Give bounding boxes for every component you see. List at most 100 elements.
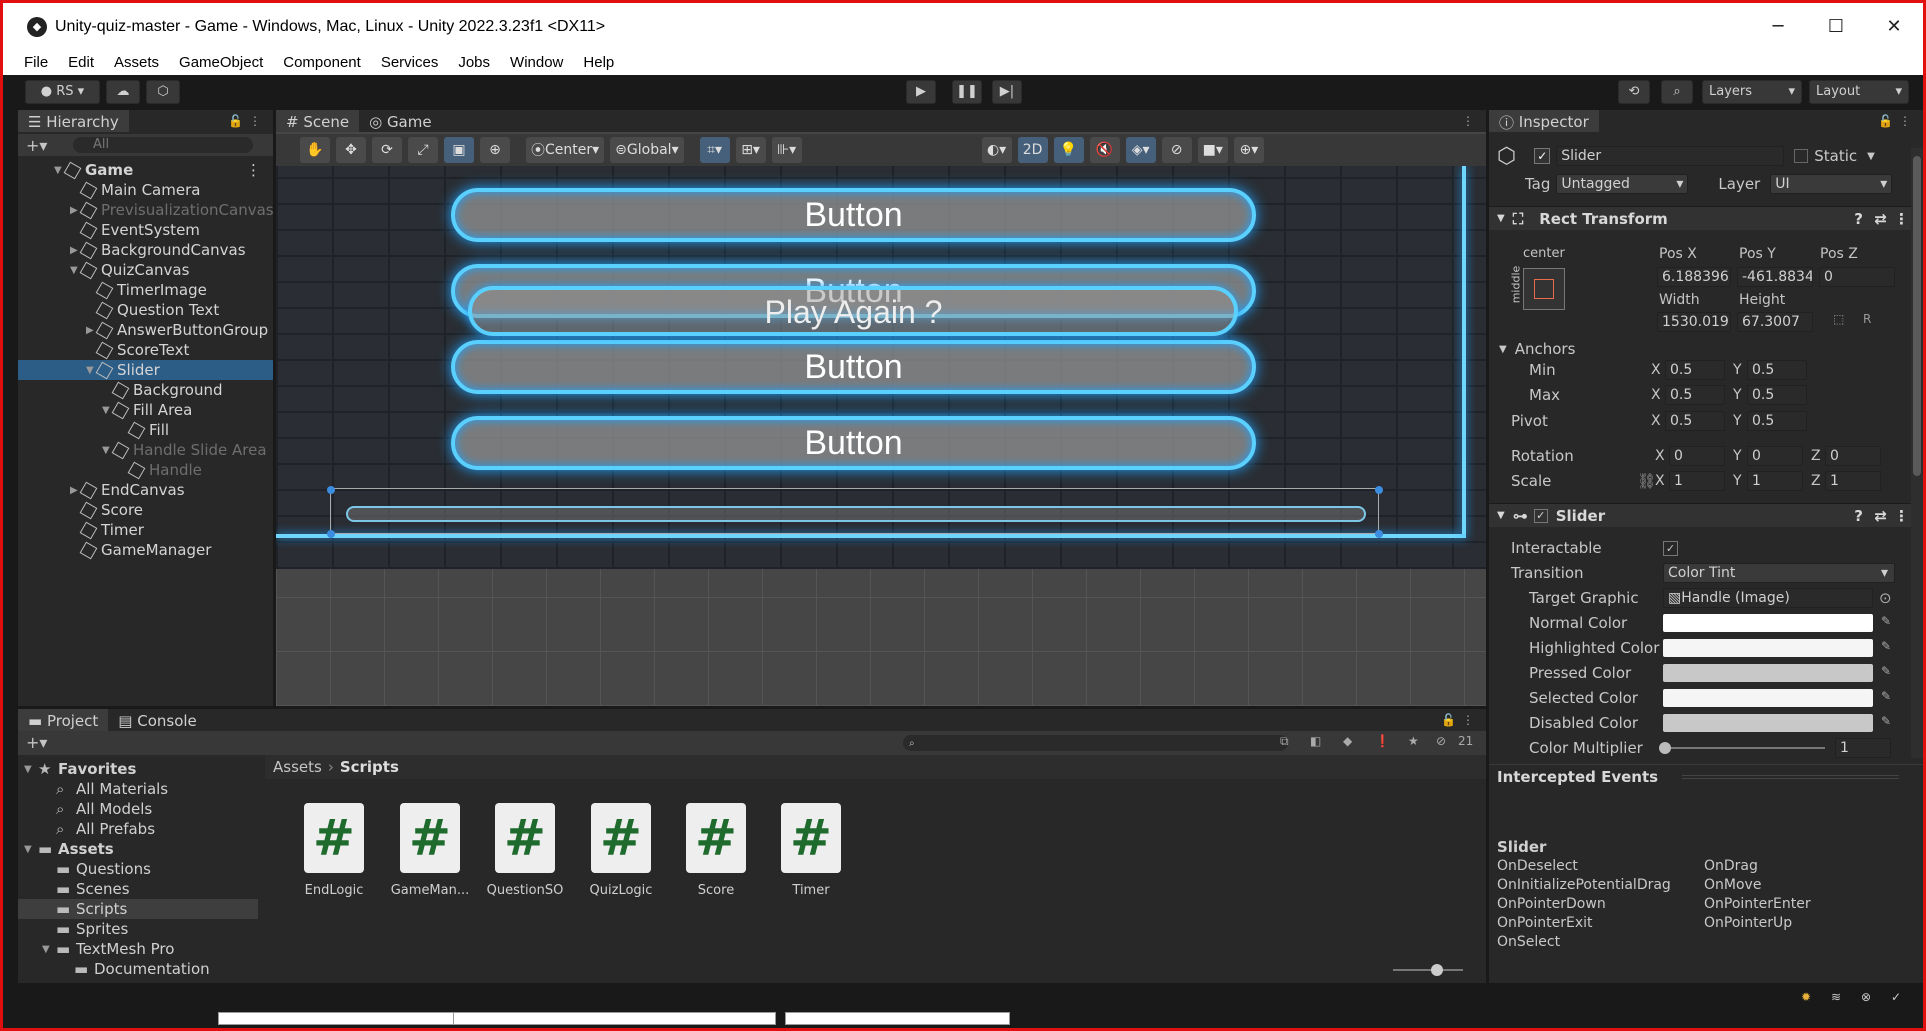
rotate-tool-icon[interactable]: ⟳	[372, 137, 402, 163]
tab-hierarchy[interactable]: ☰ Hierarchy	[18, 110, 129, 132]
scale-y[interactable]: 1	[1747, 471, 1803, 491]
pivot-y[interactable]: 0.5	[1747, 411, 1807, 431]
active-checkbox[interactable]: ✓	[1534, 148, 1551, 164]
gizmos-icon[interactable]: ⊕▾	[1233, 137, 1264, 163]
camera-icon[interactable]: ■▾	[1197, 137, 1228, 163]
hierarchy-item[interactable]: Handle	[18, 460, 273, 480]
menu-jobs[interactable]: Jobs	[458, 54, 490, 71]
services-icon[interactable]: ⬡	[146, 79, 180, 104]
project-tree-item[interactable]: ⌕ All Models	[18, 799, 258, 819]
hierarchy-item[interactable]: TimerImage	[18, 280, 273, 300]
breadcrumb-assets[interactable]: Assets	[273, 758, 322, 776]
hand-tool-icon[interactable]: ✋	[300, 137, 330, 163]
pressed-color-field[interactable]	[1663, 664, 1873, 682]
effects-icon[interactable]: ◈▾	[1125, 137, 1156, 163]
intercepted-events-header[interactable]: Intercepted Events	[1489, 764, 1923, 788]
hierarchy-item[interactable]: EventSystem	[18, 220, 273, 240]
color-multiplier-slider[interactable]	[1659, 742, 1825, 754]
project-tree-item[interactable]: ▬ Sprites	[18, 919, 258, 939]
project-tree-item[interactable]: ⌕ All Prefabs	[18, 819, 258, 839]
script-asset[interactable]: # EndLogic	[294, 803, 374, 898]
hierarchy-item[interactable]: ▼ Slider	[18, 360, 273, 380]
rect-handle-br[interactable]	[1375, 530, 1383, 538]
play-button[interactable]: ▶	[906, 79, 936, 104]
history-icon[interactable]: ⟲	[1618, 79, 1650, 104]
hierarchy-item[interactable]: GameManager	[18, 540, 273, 560]
add-icon[interactable]: +▾	[26, 136, 47, 155]
close-button[interactable]: ✕	[1865, 3, 1923, 50]
move-tool-icon[interactable]: ✥	[336, 137, 366, 163]
menu-component[interactable]: Component	[283, 54, 361, 71]
hierarchy-item[interactable]: Score	[18, 500, 273, 520]
kebab-menu-icon[interactable]: ⋮	[1462, 713, 1474, 727]
color-multiplier-field[interactable]: 1	[1835, 738, 1891, 758]
account-button[interactable]: ● RS ▾	[25, 79, 100, 104]
eyedropper-icon[interactable]: ✎	[1881, 664, 1891, 678]
preset-icon[interactable]: ⇄	[1874, 507, 1887, 525]
tab-game[interactable]: ◎ Game	[359, 110, 442, 132]
width-field[interactable]: 1530.019	[1657, 312, 1731, 332]
menu-edit[interactable]: Edit	[68, 54, 94, 71]
static-dropdown-arrow[interactable]: ▼	[1867, 151, 1875, 162]
inspector-scrollbar[interactable]	[1911, 148, 1923, 758]
expand-arrow-icon[interactable]: ▼	[42, 944, 56, 955]
selected-color-field[interactable]	[1663, 689, 1873, 707]
eyedropper-icon[interactable]: ✎	[1881, 714, 1891, 728]
object-name-input[interactable]: Slider	[1556, 146, 1785, 166]
posy-field[interactable]: -461.8834	[1737, 267, 1813, 287]
lock-icon[interactable]: 🔓	[1441, 713, 1456, 727]
hierarchy-item[interactable]: ▼ Fill Area	[18, 400, 273, 420]
kebab-menu-icon[interactable]: ⋮	[1894, 507, 1909, 525]
hierarchy-item[interactable]: ▼ Handle Slide Area	[18, 440, 273, 460]
tab-scene[interactable]: # Scene	[276, 110, 360, 132]
height-field[interactable]: 67.3007	[1737, 312, 1813, 332]
anchor-min-x[interactable]: 0.5	[1665, 360, 1725, 380]
hierarchy-item[interactable]: ScoreText	[18, 340, 273, 360]
scrollbar-thumb[interactable]	[1913, 156, 1921, 476]
rect-handle-tl[interactable]	[327, 486, 335, 494]
pivot-x[interactable]: 0.5	[1665, 411, 1725, 431]
shading-dropdown[interactable]: ◐▾	[981, 137, 1012, 163]
project-tree-item[interactable]: ⌕ All Materials	[18, 779, 258, 799]
static-checkbox[interactable]	[1794, 149, 1809, 163]
help-icon[interactable]: ?	[1854, 507, 1863, 525]
rotation-x[interactable]: 0	[1669, 446, 1725, 466]
check-icon[interactable]: ✓	[1891, 990, 1901, 1004]
answer-button-4[interactable]: Button	[451, 416, 1256, 470]
toggle-2d-button[interactable]: 2D	[1017, 137, 1048, 163]
filter-icon[interactable]: ◧	[1310, 734, 1321, 748]
kebab-menu-icon[interactable]: ⋮	[1462, 114, 1474, 128]
snap-increment-icon[interactable]: ⊞▾	[735, 137, 766, 163]
object-picker-icon[interactable]: ⊙	[1879, 589, 1892, 607]
interactable-checkbox[interactable]: ✓	[1663, 540, 1678, 556]
highlighted-color-field[interactable]	[1663, 639, 1873, 657]
layers-dropdown[interactable]: Layers ▾	[1702, 79, 1802, 104]
maximize-button[interactable]: ☐	[1807, 3, 1865, 50]
project-tree-item[interactable]: ▼ ★ Favorites	[18, 759, 258, 779]
script-asset[interactable]: # QuestionSO	[485, 803, 565, 898]
pivot-dropdown[interactable]: ⦿ Center ▾	[526, 137, 605, 163]
script-asset[interactable]: # GameMan...	[390, 803, 470, 898]
rect-handle-tr[interactable]	[1375, 486, 1383, 494]
kebab-menu-icon[interactable]: ⋮	[249, 114, 261, 128]
expand-arrow-icon[interactable]: ▼	[24, 764, 38, 775]
rect-transform-header[interactable]: ▼ ⛶ Rect Transform ? ⇄ ⋮	[1489, 206, 1923, 230]
slider-component-header[interactable]: ▼ ⊶ ✓ Slider ? ⇄ ⋮	[1489, 503, 1923, 527]
scale-tool-icon[interactable]: ⤢	[408, 137, 438, 163]
anchor-max-x[interactable]: 0.5	[1665, 385, 1725, 405]
anchor-min-y[interactable]: 0.5	[1747, 360, 1807, 380]
search-icon[interactable]: ⌕	[1661, 79, 1693, 104]
hierarchy-item[interactable]: Timer	[18, 520, 273, 540]
add-icon[interactable]: +▾	[26, 733, 47, 752]
cloud-icon[interactable]: ☁	[106, 79, 140, 104]
eyedropper-icon[interactable]: ✎	[1881, 689, 1891, 703]
scene-viewport[interactable]: Button Button Button Button Play Again ?	[276, 166, 1486, 706]
lock-icon[interactable]: 🔓	[228, 114, 243, 128]
transform-tool-icon[interactable]: ⊕	[480, 137, 510, 163]
step-button[interactable]: ▶|	[992, 79, 1022, 104]
eyedropper-icon[interactable]: ✎	[1881, 639, 1891, 653]
hierarchy-item[interactable]: Main Camera	[18, 180, 273, 200]
tab-inspector[interactable]: ⓘ Inspector	[1489, 110, 1599, 132]
kebab-menu-icon[interactable]: ⋮	[1899, 114, 1911, 128]
breadcrumb-scripts[interactable]: Scripts	[340, 758, 399, 776]
